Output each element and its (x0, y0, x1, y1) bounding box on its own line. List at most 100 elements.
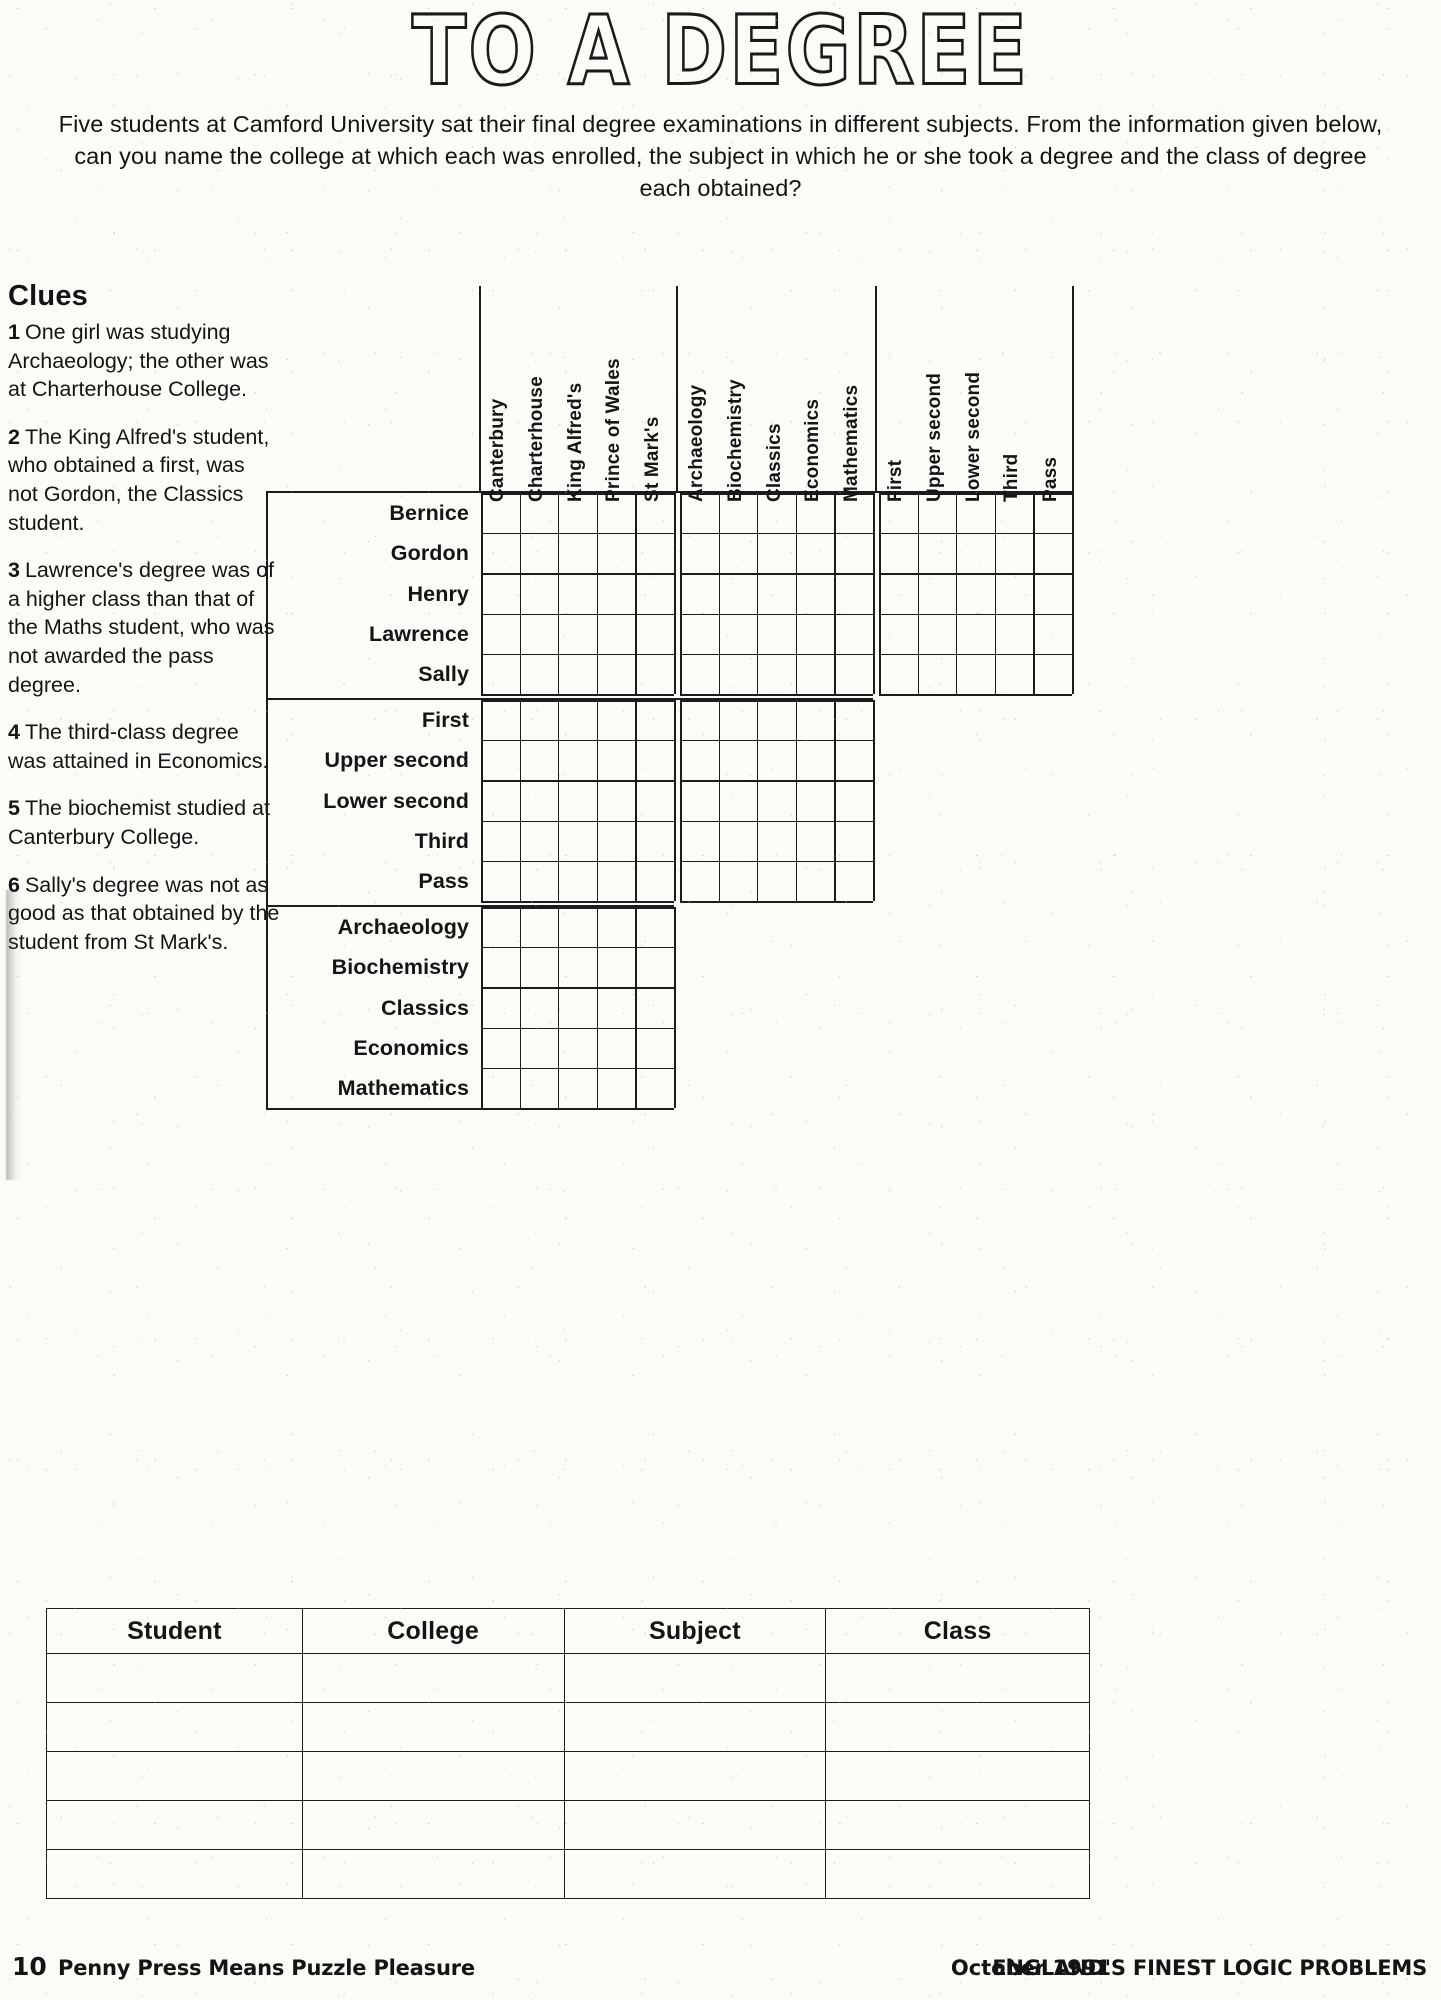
grid-cell[interactable] (956, 573, 995, 613)
grid-cell[interactable] (481, 861, 520, 901)
grid-cell[interactable] (597, 907, 636, 947)
grid-cell[interactable] (956, 533, 995, 573)
grid-cell[interactable] (635, 947, 674, 987)
grid-cell[interactable] (680, 654, 719, 694)
grid-cell[interactable] (481, 573, 520, 613)
grid-cell[interactable] (879, 573, 918, 613)
grid-cell[interactable] (834, 821, 873, 861)
grid-cell[interactable] (757, 740, 796, 780)
grid-cell[interactable] (757, 654, 796, 694)
grid-cell[interactable] (757, 780, 796, 820)
grid-cell[interactable] (918, 533, 957, 573)
answer-cell[interactable] (563, 1751, 827, 1801)
grid-cell[interactable] (918, 573, 957, 613)
grid-cell[interactable] (796, 614, 835, 654)
grid-cell[interactable] (481, 533, 520, 573)
grid-cell[interactable] (481, 740, 520, 780)
grid-cell[interactable] (719, 780, 758, 820)
grid-cell[interactable] (520, 780, 559, 820)
answer-cell[interactable] (825, 1751, 1090, 1801)
answer-cell[interactable] (563, 1653, 827, 1703)
answer-table-row[interactable] (46, 1849, 1090, 1899)
grid-cell[interactable] (680, 861, 719, 901)
grid-cell[interactable] (680, 533, 719, 573)
answer-cell[interactable] (46, 1702, 303, 1752)
grid-cell[interactable] (635, 780, 674, 820)
grid-cell[interactable] (481, 947, 520, 987)
grid-cell[interactable] (757, 700, 796, 740)
logic-grid[interactable]: Canterbury Charterhouse King Alfred's Princ… (266, 286, 1126, 1126)
grid-cell[interactable] (520, 614, 559, 654)
grid-cell[interactable] (635, 573, 674, 613)
grid-cell[interactable] (719, 700, 758, 740)
grid-cell[interactable] (956, 614, 995, 654)
grid-cell[interactable] (558, 987, 597, 1027)
grid-cell[interactable] (995, 654, 1034, 694)
grid-cell[interactable] (597, 614, 636, 654)
answer-cell[interactable] (825, 1702, 1090, 1752)
answer-table-row[interactable] (46, 1751, 1090, 1801)
grid-cell[interactable] (879, 533, 918, 573)
grid-cell[interactable] (558, 573, 597, 613)
grid-cell[interactable] (719, 740, 758, 780)
grid-cell[interactable] (597, 740, 636, 780)
answer-table-row[interactable] (46, 1800, 1090, 1850)
grid-cell[interactable] (520, 1068, 559, 1108)
grid-cell[interactable] (834, 573, 873, 613)
grid-cell[interactable] (481, 654, 520, 694)
grid-cell[interactable] (520, 700, 559, 740)
grid-cell[interactable] (481, 780, 520, 820)
grid-cell[interactable] (834, 861, 873, 901)
grid-cell[interactable] (481, 821, 520, 861)
grid-cell[interactable] (796, 780, 835, 820)
grid-cell[interactable] (995, 533, 1034, 573)
grid-cell[interactable] (520, 947, 559, 987)
grid-cell[interactable] (757, 861, 796, 901)
grid-cell[interactable] (481, 1028, 520, 1068)
grid-cell[interactable] (558, 821, 597, 861)
grid-cell[interactable] (481, 987, 520, 1027)
grid-cell[interactable] (481, 907, 520, 947)
grid-cell[interactable] (719, 861, 758, 901)
grid-cell[interactable] (879, 654, 918, 694)
grid-cell[interactable] (635, 1028, 674, 1068)
answer-cell[interactable] (46, 1849, 303, 1899)
grid-cell[interactable] (680, 821, 719, 861)
grid-cell[interactable] (834, 654, 873, 694)
answer-cell[interactable] (825, 1653, 1090, 1703)
grid-cell[interactable] (597, 947, 636, 987)
grid-cell[interactable] (481, 700, 520, 740)
answer-cell[interactable] (301, 1800, 565, 1850)
answer-cell[interactable] (825, 1849, 1090, 1899)
grid-cell[interactable] (520, 533, 559, 573)
grid-cell[interactable] (796, 740, 835, 780)
grid-cell[interactable] (635, 987, 674, 1027)
grid-cell[interactable] (558, 740, 597, 780)
grid-cell[interactable] (635, 740, 674, 780)
grid-cell[interactable] (597, 654, 636, 694)
grid-cell[interactable] (719, 533, 758, 573)
grid-cell[interactable] (481, 1068, 520, 1108)
answer-cell[interactable] (301, 1849, 565, 1899)
grid-cell[interactable] (635, 821, 674, 861)
grid-cell[interactable] (680, 573, 719, 613)
grid-cell[interactable] (834, 740, 873, 780)
grid-cell[interactable] (796, 821, 835, 861)
grid-cell[interactable] (635, 700, 674, 740)
grid-cell[interactable] (520, 654, 559, 694)
grid-cell[interactable] (956, 654, 995, 694)
grid-cell[interactable] (879, 614, 918, 654)
grid-cell[interactable] (796, 533, 835, 573)
grid-cell[interactable] (1033, 654, 1072, 694)
grid-cell[interactable] (520, 740, 559, 780)
answer-cell[interactable] (301, 1653, 565, 1703)
grid-cell[interactable] (680, 740, 719, 780)
grid-cell[interactable] (520, 821, 559, 861)
grid-cell[interactable] (680, 614, 719, 654)
grid-cell[interactable] (796, 654, 835, 694)
grid-cell[interactable] (796, 573, 835, 613)
answer-cell[interactable] (46, 1800, 303, 1850)
answer-table-body[interactable] (46, 1653, 1090, 1899)
grid-cell[interactable] (597, 1028, 636, 1068)
answer-cell[interactable] (825, 1800, 1090, 1850)
